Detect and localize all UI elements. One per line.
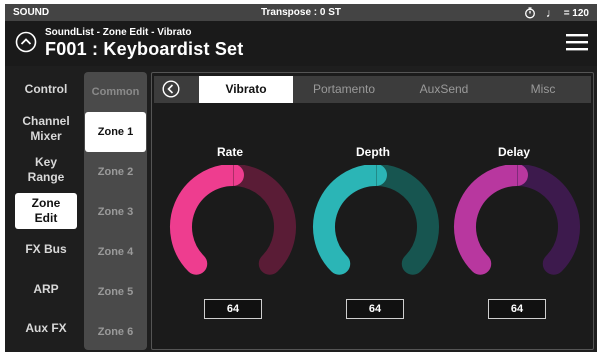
nav-item-channel-mixer[interactable]: Channel Mixer: [15, 114, 77, 144]
nav-item-arp[interactable]: ARP: [15, 282, 77, 297]
zone-tab-common[interactable]: Common: [84, 72, 147, 112]
knob-track: [222, 165, 296, 275]
circle-chevron-left-icon[interactable]: [162, 80, 180, 98]
knob-track: [365, 165, 439, 275]
nav-item-control[interactable]: Control: [15, 82, 77, 97]
knob-track: [506, 165, 580, 275]
zone-tab-6[interactable]: Zone 6: [84, 312, 147, 352]
transpose-readout: Transpose : 0 ST: [260, 7, 342, 18]
nav-item-key-range[interactable]: Key Range: [15, 155, 77, 185]
zone-tab-1[interactable]: Zone 1: [85, 112, 146, 152]
delay-value-field[interactable]: 64: [488, 299, 546, 319]
nav-item-zone-edit[interactable]: Zone Edit: [15, 193, 77, 229]
nav-item-label: ARP: [33, 282, 59, 296]
tempo-area[interactable]: ♩ = 120: [524, 6, 589, 20]
zone-tab-3[interactable]: Zone 3: [84, 192, 147, 232]
rate-knob[interactable]: [168, 165, 298, 289]
title-bar: SoundList - Zone Edit - Vibrato F001 : K…: [5, 21, 597, 66]
breadcrumb: SoundList - Zone Edit - Vibrato: [45, 27, 192, 38]
nav-item-label: Key Range: [27, 155, 65, 184]
zone-list: Common Zone 1 Zone 2 Zone 3 Zone 4 Zone …: [84, 72, 147, 350]
tab-portamento[interactable]: Portamento: [299, 76, 389, 103]
tab-auxsend[interactable]: AuxSend: [394, 76, 494, 103]
tab-misc[interactable]: Misc: [499, 76, 587, 103]
rate-label: Rate: [216, 145, 243, 159]
knob-fill: [170, 165, 244, 275]
depth-label: Depth: [356, 145, 390, 159]
timer-icon: [524, 7, 535, 19]
side-nav: Control Channel Mixer Key Range Zone Edi…: [5, 66, 85, 352]
delay-label: Delay: [497, 145, 531, 159]
circle-chevron-up-icon[interactable]: [15, 31, 37, 53]
tempo-value: = 120: [563, 7, 589, 19]
nav-item-fx-bus[interactable]: FX Bus: [15, 242, 77, 257]
page-title: F001 : Keyboardist Set: [45, 39, 244, 59]
nav-item-label: FX Bus: [25, 242, 67, 256]
depth-value-field[interactable]: 64: [346, 299, 404, 319]
delay-knob[interactable]: [452, 165, 582, 289]
nav-item-label: Control: [24, 82, 68, 96]
nav-item-aux-fx[interactable]: Aux FX: [15, 321, 77, 336]
nav-item-label: Zone Edit: [31, 196, 61, 225]
zone-tab-4[interactable]: Zone 4: [84, 232, 147, 272]
status-bar: SOUND Transpose : 0 ST ♩ = 120: [5, 4, 597, 21]
nav-item-label: Aux FX: [25, 321, 67, 335]
quarter-note-icon: ♩: [545, 6, 558, 20]
knob-fill: [313, 165, 387, 275]
tab-vibrato[interactable]: Vibrato: [199, 76, 293, 103]
edit-panel: Vibrato Portamento AuxSend Misc Rate 64 …: [151, 72, 594, 350]
rate-value-field[interactable]: 64: [204, 299, 262, 319]
screen: SOUND Transpose : 0 ST ♩ = 120 SoundList…: [5, 4, 597, 352]
knob-fill: [454, 165, 528, 275]
nav-item-label: Channel Mixer: [22, 114, 70, 143]
hamburger-menu-icon[interactable]: [565, 32, 589, 52]
depth-knob[interactable]: [311, 165, 441, 289]
tab-bar: Vibrato Portamento AuxSend Misc: [154, 76, 591, 103]
zone-tab-2[interactable]: Zone 2: [84, 152, 147, 192]
zone-tab-5[interactable]: Zone 5: [84, 272, 147, 312]
